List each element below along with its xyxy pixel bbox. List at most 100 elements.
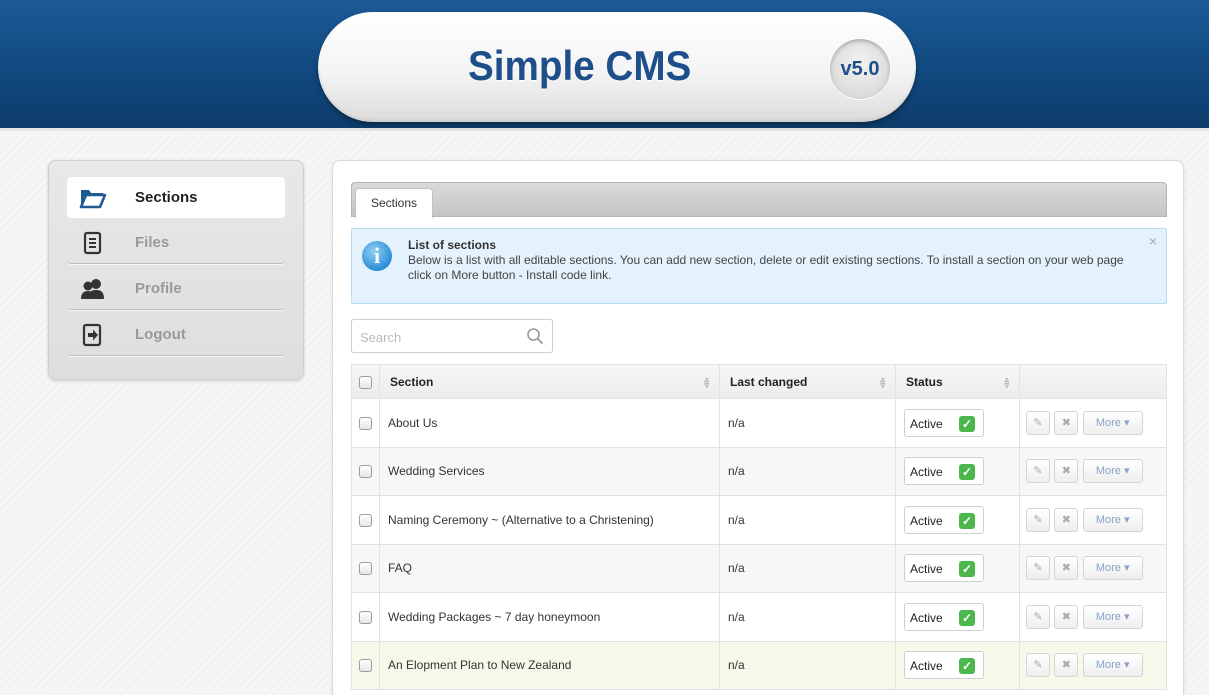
info-message: i List of sections Below is a list with … bbox=[351, 228, 1167, 304]
more-label: More bbox=[1095, 416, 1121, 429]
row-checkbox[interactable] bbox=[359, 513, 372, 527]
check-icon: ✓ bbox=[959, 561, 975, 578]
column-header-section[interactable]: Section ▵ ▿ bbox=[379, 364, 720, 399]
edit-button[interactable]: ✎ bbox=[1026, 604, 1050, 629]
status-toggle[interactable]: Active ✓ bbox=[904, 651, 984, 680]
delete-button[interactable]: ✖ bbox=[1054, 410, 1079, 435]
edit-button[interactable]: ✎ bbox=[1026, 410, 1050, 435]
row-checkbox[interactable] bbox=[359, 610, 372, 624]
close-icon: ✖ bbox=[1061, 610, 1071, 623]
edit-button[interactable]: ✎ bbox=[1026, 459, 1050, 484]
edit-button[interactable]: ✎ bbox=[1026, 653, 1050, 678]
sidebar-item-files[interactable]: Files bbox=[67, 222, 285, 264]
section-name: Wedding Services bbox=[379, 446, 720, 496]
close-icon: ✖ bbox=[1061, 562, 1071, 575]
sections-table: Section ▵ ▿ Last changed ▵ ▿ Status ▵ ▿ Abo… bbox=[351, 364, 1167, 690]
sort-icon[interactable]: ▵ ▿ bbox=[1004, 375, 1009, 390]
status-label: Active bbox=[910, 513, 943, 528]
last-changed: n/a bbox=[719, 398, 896, 448]
row-checkbox[interactable] bbox=[359, 562, 372, 576]
app-title: Simple CMS bbox=[468, 42, 692, 89]
select-all-checkbox[interactable] bbox=[359, 375, 372, 389]
sidebar-item-logout[interactable]: Logout bbox=[67, 314, 285, 356]
row-select-cell bbox=[351, 640, 380, 690]
table-header-row: Section ▵ ▿ Last changed ▵ ▿ Status ▵ ▿ bbox=[351, 364, 1167, 399]
more-button[interactable]: More ▾ bbox=[1082, 410, 1143, 435]
check-icon: ✓ bbox=[959, 464, 975, 481]
column-header-label: Status bbox=[906, 374, 943, 389]
last-changed: n/a bbox=[719, 592, 896, 642]
row-checkbox[interactable] bbox=[359, 659, 372, 673]
section-name: FAQ bbox=[379, 543, 720, 593]
close-icon: ✖ bbox=[1061, 465, 1071, 478]
more-button[interactable]: More ▾ bbox=[1082, 459, 1143, 484]
column-header-status[interactable]: Status ▵ ▿ bbox=[895, 364, 1020, 399]
chevron-down-icon: ▾ bbox=[1123, 465, 1130, 478]
pencil-icon: ✎ bbox=[1033, 465, 1043, 478]
edit-button[interactable]: ✎ bbox=[1026, 556, 1050, 581]
more-button[interactable]: More ▾ bbox=[1082, 507, 1143, 532]
status-cell: Active ✓ bbox=[895, 640, 1020, 690]
delete-button[interactable]: ✖ bbox=[1054, 556, 1079, 581]
logout-icon bbox=[79, 323, 107, 347]
search-icon[interactable] bbox=[526, 327, 544, 350]
column-header-last-changed[interactable]: Last changed ▵ ▿ bbox=[719, 364, 896, 399]
sidebar-item-label: Sections bbox=[135, 189, 198, 206]
more-button[interactable]: More ▾ bbox=[1082, 604, 1143, 629]
row-select-cell bbox=[351, 398, 380, 448]
last-changed: n/a bbox=[719, 446, 896, 496]
tab-sections[interactable]: Sections bbox=[355, 188, 433, 218]
header-bar: Simple CMS v5.0 bbox=[0, 0, 1209, 131]
status-toggle[interactable]: Active ✓ bbox=[904, 602, 984, 631]
select-all-cell bbox=[351, 364, 380, 399]
row-checkbox[interactable] bbox=[359, 416, 372, 430]
status-cell: Active ✓ bbox=[895, 592, 1020, 642]
table-row: About Us n/a Active ✓ ✎ ✖ More ▾ bbox=[351, 398, 1167, 448]
table-row: Naming Ceremony ~ (Alternative to a Chri… bbox=[351, 495, 1167, 545]
sidebar: Sections Files Profile Logout bbox=[48, 160, 304, 380]
actions-cell: ✎ ✖ More ▾ bbox=[1019, 495, 1167, 545]
more-label: More bbox=[1095, 513, 1121, 526]
check-icon: ✓ bbox=[959, 415, 975, 432]
status-label: Active bbox=[910, 610, 943, 625]
last-changed: n/a bbox=[719, 495, 896, 545]
actions-cell: ✎ ✖ More ▾ bbox=[1019, 543, 1167, 593]
sidebar-item-sections[interactable]: Sections bbox=[67, 177, 285, 218]
more-button[interactable]: More ▾ bbox=[1082, 653, 1143, 678]
status-toggle[interactable]: Active ✓ bbox=[904, 457, 984, 486]
status-toggle[interactable]: Active ✓ bbox=[904, 505, 984, 534]
close-icon: ✖ bbox=[1061, 513, 1071, 526]
chevron-down-icon: ▾ bbox=[1123, 610, 1130, 623]
more-button[interactable]: More ▾ bbox=[1082, 556, 1143, 581]
status-toggle[interactable]: Active ✓ bbox=[904, 408, 984, 437]
edit-button[interactable]: ✎ bbox=[1026, 507, 1050, 532]
actions-cell: ✎ ✖ More ▾ bbox=[1019, 592, 1167, 642]
last-changed: n/a bbox=[719, 543, 896, 593]
delete-button[interactable]: ✖ bbox=[1054, 653, 1079, 678]
status-label: Active bbox=[910, 659, 943, 674]
sort-icon[interactable]: ▵ ▿ bbox=[704, 375, 709, 390]
status-toggle[interactable]: Active ✓ bbox=[904, 554, 984, 583]
row-checkbox[interactable] bbox=[359, 465, 372, 479]
search-box bbox=[351, 319, 553, 353]
sidebar-item-profile[interactable]: Profile bbox=[67, 268, 285, 310]
pencil-icon: ✎ bbox=[1033, 562, 1043, 575]
main-panel: Sections i List of sections Below is a l… bbox=[332, 160, 1184, 695]
close-icon: ✖ bbox=[1061, 416, 1071, 429]
section-name: About Us bbox=[379, 398, 720, 448]
delete-button[interactable]: ✖ bbox=[1054, 507, 1079, 532]
status-cell: Active ✓ bbox=[895, 543, 1020, 593]
column-header-actions bbox=[1019, 364, 1167, 399]
close-icon[interactable]: × bbox=[1149, 233, 1157, 249]
sort-icon[interactable]: ▵ ▿ bbox=[880, 375, 885, 390]
column-header-label: Section bbox=[390, 374, 434, 389]
more-label: More bbox=[1095, 465, 1121, 478]
logo[interactable]: Simple CMS v5.0 bbox=[318, 12, 916, 122]
table-row: Wedding Packages ~ 7 day honeymoon n/a A… bbox=[351, 592, 1167, 642]
pencil-icon: ✎ bbox=[1033, 659, 1043, 672]
tab-bar: Sections bbox=[351, 182, 1167, 218]
search-input[interactable] bbox=[360, 328, 510, 346]
delete-button[interactable]: ✖ bbox=[1054, 459, 1079, 484]
column-header-label: Last changed bbox=[730, 374, 808, 389]
delete-button[interactable]: ✖ bbox=[1054, 604, 1079, 629]
